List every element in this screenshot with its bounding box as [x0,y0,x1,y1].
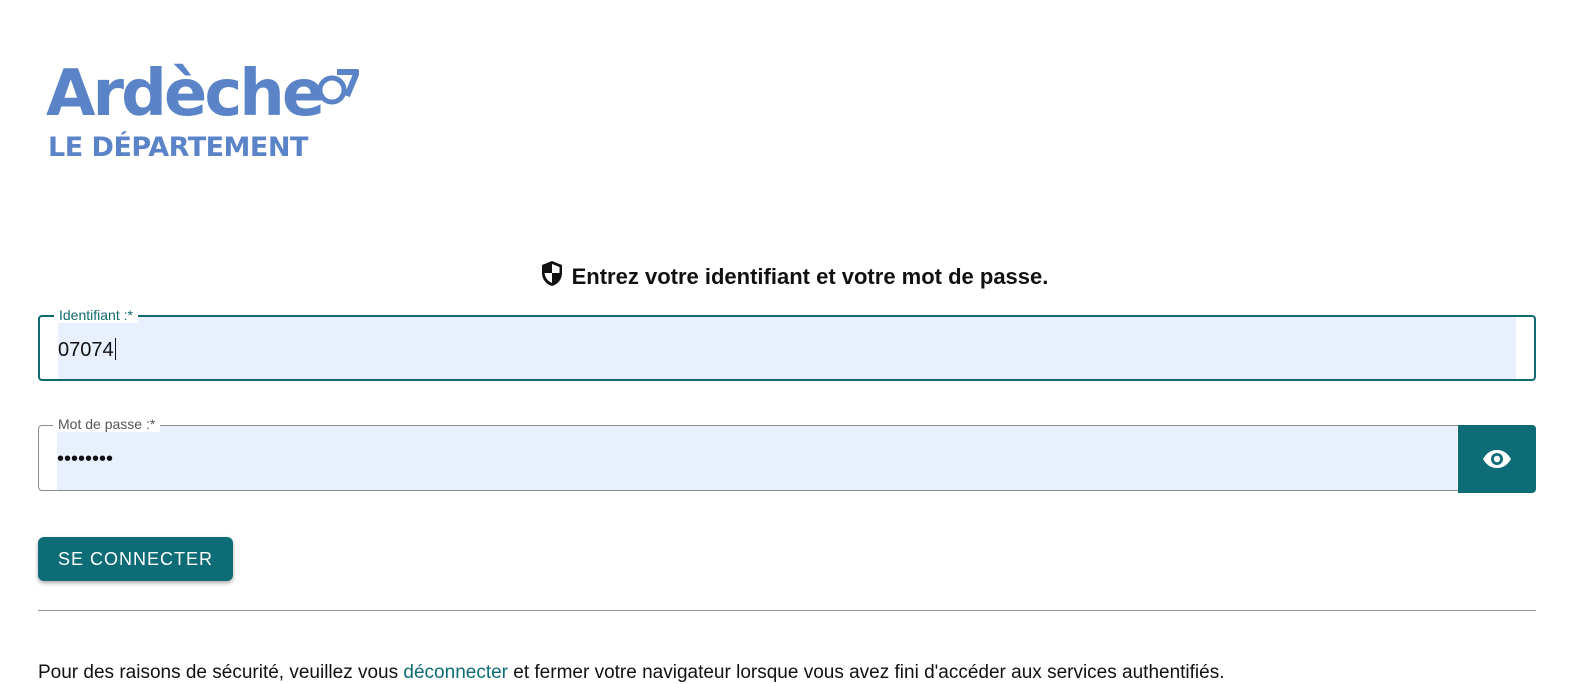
login-heading: Entrez votre identifiant et votre mot de… [0,260,1588,290]
password-input-background [57,426,1457,490]
password-field[interactable]: Mot de passe :* •••••••• [38,416,1536,493]
show-password-button[interactable] [1458,425,1536,493]
logo-subtitle: LE DÉPARTEMENT [48,132,308,163]
ardeche-logo: Ardèche LE DÉPARTEMENT [46,62,366,166]
username-field[interactable]: Identifiant :* 07074 [38,307,1536,381]
notice-text-before: Pour des raisons de sécurité, veuillez v… [38,662,404,683]
username-label: Identifiant :* [54,307,138,323]
username-input-background [58,317,1516,379]
security-notice: Pour des raisons de sécurité, veuillez v… [38,662,1225,684]
shield-icon [541,261,562,286]
notice-text-after: et fermer votre navigateur lorsque vous … [508,662,1225,683]
text-caret [114,338,116,360]
login-button[interactable]: SE CONNECTER [38,537,233,581]
password-label: Mot de passe :* [53,416,161,432]
logout-link[interactable]: déconnecter [403,662,508,683]
username-input[interactable]: 07074 [58,338,116,361]
eye-icon [1483,450,1511,468]
username-value: 07074 [58,339,114,361]
logo-badge [317,69,359,105]
password-input[interactable]: •••••••• [57,448,113,470]
divider [38,610,1536,611]
login-heading-text: Entrez votre identifiant et votre mot de… [571,264,1049,289]
logo-wordmark: Ardèche [46,57,325,131]
